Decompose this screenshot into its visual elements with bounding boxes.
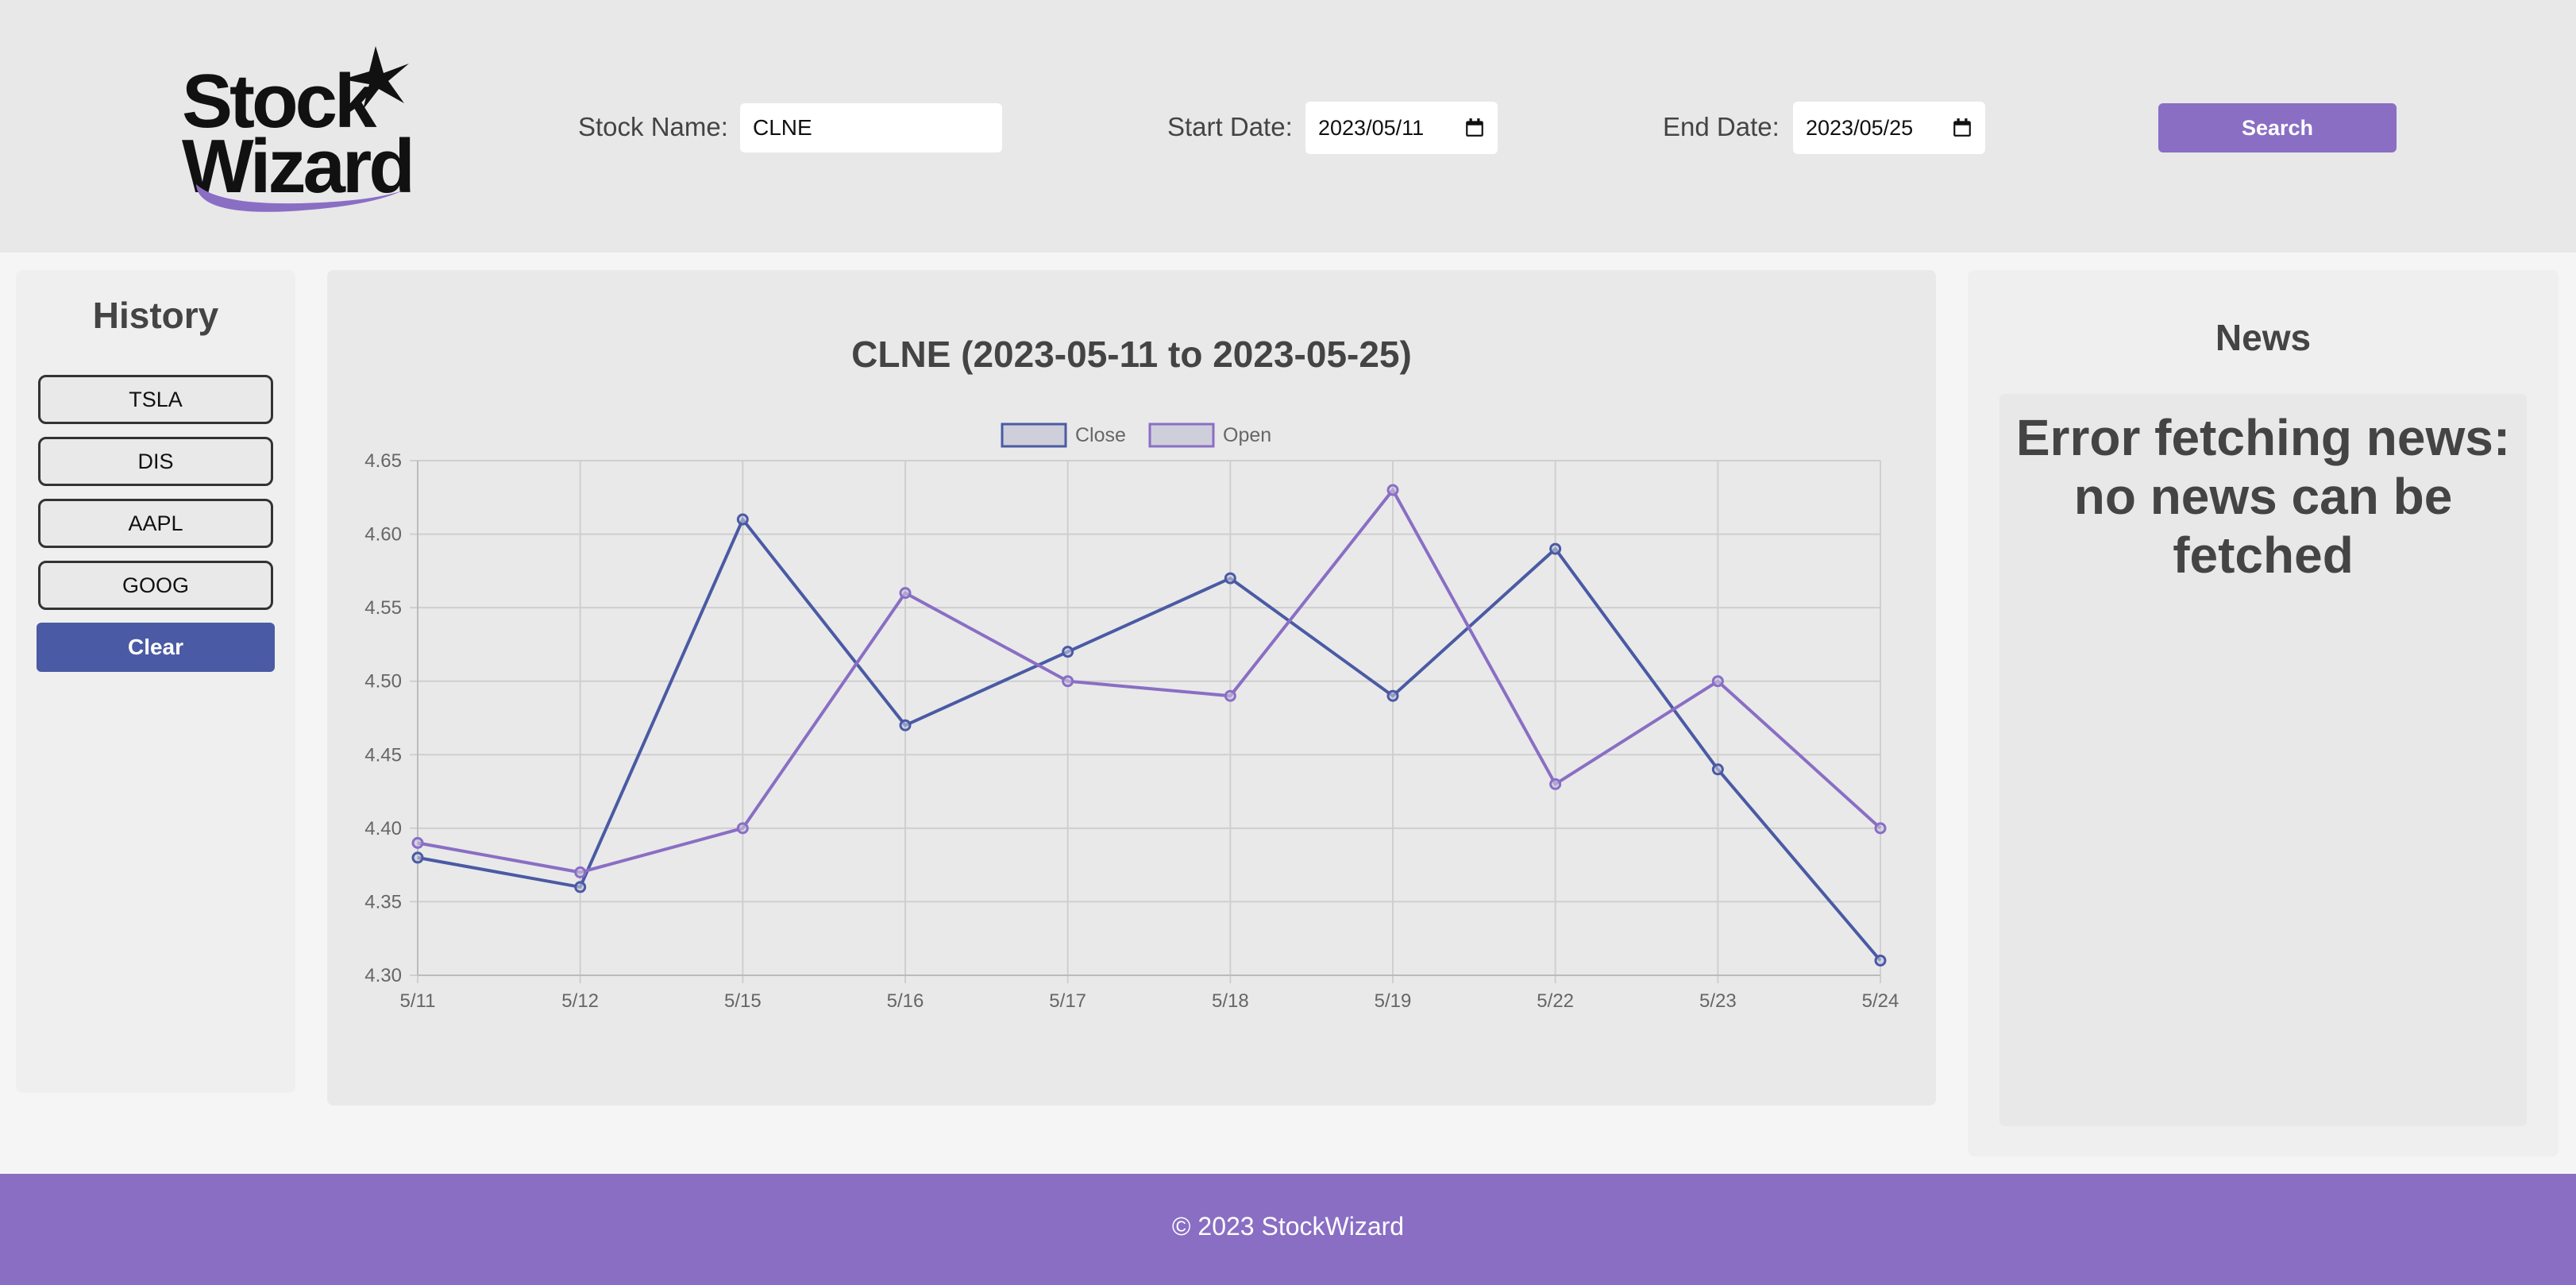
- y-tick-label: 4.55: [364, 597, 402, 619]
- data-point-open: [1224, 689, 1236, 702]
- history-item-goog[interactable]: GOOG: [38, 561, 273, 610]
- data-point-close: [411, 851, 424, 864]
- y-tick-label: 4.50: [364, 671, 402, 693]
- y-tick-label: 4.65: [364, 450, 402, 472]
- x-tick-label: 5/11: [400, 990, 436, 1012]
- clear-history-button[interactable]: Clear: [37, 623, 275, 672]
- data-point-open: [1711, 675, 1724, 688]
- chart-series: [411, 484, 1887, 967]
- history-title: History: [92, 295, 219, 336]
- header: Stock Wizard Stock Name: Start Date: 202…: [0, 0, 2576, 253]
- footer: © 2023 StockWizard: [0, 1174, 2576, 1285]
- legend-swatch-open: [1148, 423, 1215, 448]
- y-tick-label: 4.45: [364, 744, 402, 766]
- chart-panel: CLNE (2023-05-11 to 2023-05-25) 4.65 4.60…: [327, 270, 1936, 1106]
- start-date-input[interactable]: 2023/05/11: [1305, 102, 1498, 154]
- data-point-close: [1062, 646, 1074, 658]
- data-point-open: [574, 866, 587, 878]
- news-title: News: [2215, 317, 2312, 358]
- stock-line-chart: CLNE (2023-05-11 to 2023-05-25) 4.65 4.60…: [364, 334, 1899, 1012]
- data-point-close: [1874, 954, 1887, 967]
- data-point-open: [899, 587, 912, 600]
- history-panel: History TSLA DIS AAPL GOOG Clear: [16, 270, 295, 1093]
- x-tick-label: 5/12: [561, 990, 599, 1012]
- end-date-input[interactable]: 2023/05/25: [1793, 102, 1985, 154]
- history-item-dis[interactable]: DIS: [38, 437, 273, 486]
- y-tick-label: 4.30: [364, 965, 402, 986]
- x-tick-label: 5/24: [1862, 990, 1899, 1012]
- stock-name-label: Stock Name:: [578, 112, 728, 141]
- data-point-close: [1711, 763, 1724, 776]
- y-tick-label: 4.40: [364, 818, 402, 839]
- data-point-open: [411, 836, 424, 849]
- legend-swatch-close: [1001, 423, 1067, 448]
- news-error-message: Error fetching news: no news can be fetc…: [2015, 409, 2511, 584]
- x-tick-label: 5/22: [1537, 990, 1574, 1012]
- x-tick-label: 5/23: [1699, 990, 1737, 1012]
- data-point-open: [1062, 675, 1074, 688]
- data-point-close: [899, 719, 912, 731]
- calendar-icon[interactable]: [1464, 118, 1485, 138]
- y-tick-label: 4.60: [364, 524, 402, 546]
- search-button[interactable]: Search: [2158, 103, 2397, 152]
- data-point-close: [736, 513, 749, 526]
- chart-legend: Close Open: [1001, 423, 1271, 448]
- x-tick-label: 5/17: [1049, 990, 1086, 1012]
- data-point-open: [1386, 484, 1399, 496]
- x-tick-label: 5/16: [887, 990, 924, 1012]
- calendar-icon[interactable]: [1952, 118, 1972, 138]
- x-tick-label: 5/18: [1212, 990, 1249, 1012]
- x-tick-label: 5/15: [724, 990, 762, 1012]
- chart-title: CLNE (2023-05-11 to 2023-05-25): [851, 334, 1412, 375]
- y-tick-label: 4.35: [364, 891, 402, 913]
- series-line-close: [417, 516, 1882, 962]
- stockwizard-logo[interactable]: Stock Wizard: [179, 40, 417, 222]
- data-point-close: [1224, 572, 1236, 585]
- legend-label-close: Close: [1075, 424, 1126, 446]
- start-date-value: 2023/05/11: [1318, 115, 1425, 140]
- data-point-close: [574, 881, 587, 893]
- start-date-label: Start Date:: [1167, 112, 1293, 141]
- news-content: Error fetching news: no news can be fetc…: [1999, 394, 2527, 1126]
- news-panel: News Error fetching news: no news can be…: [1968, 270, 2559, 1156]
- end-date-value: 2023/05/25: [1806, 115, 1914, 140]
- chart-grid: [410, 460, 1881, 983]
- x-tick-label: 5/19: [1375, 990, 1412, 1012]
- history-item-tsla[interactable]: TSLA: [38, 375, 273, 424]
- data-point-open: [736, 822, 749, 835]
- end-date-label: End Date:: [1663, 112, 1780, 141]
- data-point-open: [1549, 778, 1562, 790]
- data-point-open: [1874, 822, 1887, 835]
- legend-label-open: Open: [1223, 424, 1271, 446]
- history-item-aapl[interactable]: AAPL: [38, 499, 273, 548]
- data-point-close: [1386, 689, 1399, 702]
- data-point-close: [1549, 542, 1562, 555]
- footer-copyright: © 2023 StockWizard: [1171, 1212, 1405, 1241]
- stock-name-input[interactable]: [740, 103, 1002, 152]
